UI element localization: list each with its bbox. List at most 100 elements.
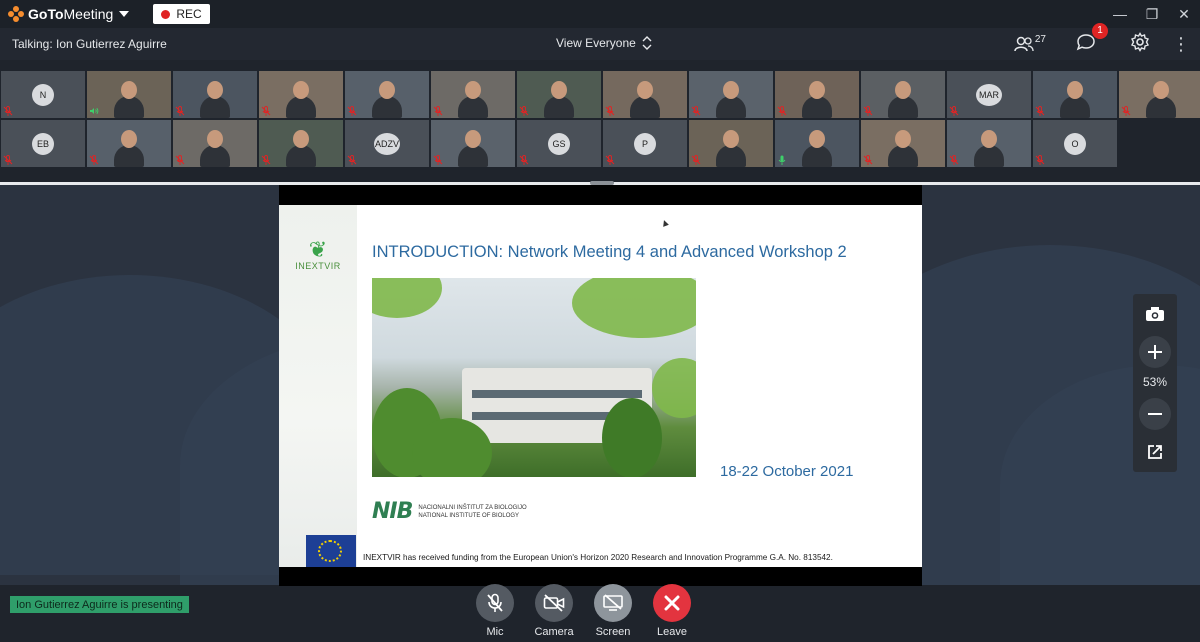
popout-icon — [1148, 445, 1162, 459]
participant-initials: N — [32, 83, 54, 106]
mic-control[interactable]: Mic — [475, 584, 515, 638]
mic-muted-icon — [89, 155, 99, 165]
participant-tile[interactable] — [173, 71, 257, 118]
participant-tile[interactable] — [517, 71, 601, 118]
participant-video — [809, 81, 825, 99]
leave-control[interactable]: Leave — [652, 584, 692, 638]
participant-tile[interactable] — [689, 71, 773, 118]
x-icon — [664, 595, 680, 611]
leave-button[interactable] — [653, 584, 691, 622]
app-name: GoToMeeting — [28, 6, 114, 22]
participant-video-body — [200, 96, 230, 118]
zoom-percent: 53% — [1142, 375, 1168, 389]
screen-control[interactable]: Screen — [593, 584, 633, 638]
screen-button[interactable] — [594, 584, 632, 622]
chat-button[interactable]: 1 — [1076, 22, 1108, 56]
rec-label: REC — [176, 7, 202, 21]
participants-button[interactable]: 27 — [1014, 34, 1046, 52]
nib-name-sl: NACIONALNI INŠTITUT ZA BIOLOGIJO — [418, 504, 527, 511]
participant-video — [723, 81, 739, 99]
participant-video-body — [888, 96, 918, 118]
screenshot-button[interactable] — [1139, 298, 1171, 330]
participant-tile[interactable] — [775, 71, 859, 118]
participant-tile[interactable] — [431, 71, 515, 118]
more-options-icon[interactable]: ⋮ — [1172, 34, 1190, 55]
mic-muted-icon — [175, 106, 185, 116]
participant-tile[interactable] — [259, 120, 343, 167]
participant-tile[interactable] — [1033, 71, 1117, 118]
view-selector[interactable]: View Everyone — [556, 36, 652, 50]
participant-tile[interactable]: EB — [1, 120, 85, 167]
participant-tile[interactable] — [861, 71, 945, 118]
mic-muted-icon — [949, 106, 959, 116]
mic-on-icon — [778, 155, 786, 165]
participant-initials: O — [1064, 132, 1086, 155]
popout-button[interactable] — [1139, 436, 1171, 468]
participant-tile[interactable]: N — [1, 71, 85, 118]
participant-tile[interactable] — [1119, 71, 1200, 118]
recording-indicator[interactable]: REC — [153, 4, 210, 24]
camera-control[interactable]: Camera — [534, 584, 574, 638]
inextvir-logo: ❦ INEXTVIR — [293, 239, 343, 272]
participant-tile[interactable]: O — [1033, 120, 1117, 167]
participant-initials: GS — [548, 132, 570, 155]
participant-tile[interactable]: MAR — [947, 71, 1031, 118]
participant-video-body — [286, 145, 316, 167]
participant-tile[interactable] — [87, 120, 171, 167]
funding-statement: INEXTVIR has received funding from the E… — [363, 553, 833, 562]
mic-muted-icon — [433, 155, 443, 165]
participant-video — [637, 81, 653, 99]
participant-tile[interactable] — [689, 120, 773, 167]
participant-tile[interactable]: GS — [517, 120, 601, 167]
slide-sidebar: ❦ INEXTVIR — [279, 205, 357, 567]
participant-tile[interactable] — [861, 120, 945, 167]
mic-muted-icon — [863, 106, 873, 116]
mic-muted-icon — [1121, 106, 1131, 116]
participant-video-body — [802, 145, 832, 167]
participant-tile[interactable] — [775, 120, 859, 167]
mic-muted-icon — [519, 106, 529, 116]
camera-button[interactable] — [535, 584, 573, 622]
participant-video — [723, 130, 739, 148]
restore-icon[interactable]: ❐ — [1136, 0, 1168, 28]
app-menu-caret-icon[interactable] — [119, 11, 130, 17]
camera-icon — [1146, 307, 1164, 321]
talking-indicator: Talking: Ion Gutierrez Aguirre — [12, 37, 167, 51]
minimize-icon[interactable]: — — [1104, 0, 1136, 28]
gear-icon — [1131, 31, 1149, 52]
participant-video-body — [286, 96, 316, 118]
mic-muted-icon — [1035, 106, 1045, 116]
participant-video-body — [630, 96, 660, 118]
slide-title: INTRODUCTION: Network Meeting 4 and Adva… — [372, 243, 847, 261]
participant-tile[interactable] — [431, 120, 515, 167]
zoom-out-button[interactable] — [1139, 398, 1171, 430]
participant-tile[interactable] — [947, 120, 1031, 167]
zoom-in-button[interactable] — [1139, 336, 1171, 368]
presentation-slide: ❦ INEXTVIR INTRODUCTION: Network Meeting… — [279, 205, 922, 567]
participant-tile[interactable] — [259, 71, 343, 118]
settings-button[interactable] — [1130, 31, 1150, 57]
window-controls: — ❐ ✕ — [1104, 0, 1200, 28]
participant-tile[interactable] — [603, 71, 687, 118]
mouse-cursor-icon — [661, 219, 669, 227]
participant-video — [121, 81, 137, 99]
participant-video — [207, 130, 223, 148]
participants-count: 27 — [1034, 34, 1046, 45]
app-logo[interactable]: GoToMeeting — [8, 6, 130, 22]
mic-button[interactable] — [476, 584, 514, 622]
mic-muted-icon — [777, 106, 787, 116]
participant-video-body — [114, 145, 144, 167]
close-window-icon[interactable]: ✕ — [1168, 0, 1200, 28]
participant-tile[interactable]: P — [603, 120, 687, 167]
screen-share-off-icon — [603, 594, 623, 611]
participant-tile[interactable]: ADZV — [345, 120, 429, 167]
chat-badge: 1 — [1092, 22, 1108, 39]
mic-muted-icon — [691, 155, 701, 165]
participant-tile[interactable] — [173, 120, 257, 167]
participant-video-body — [974, 145, 1004, 167]
participant-tile[interactable] — [345, 71, 429, 118]
presenting-status: Ion Gutierrez Aguirre is presenting — [10, 596, 189, 613]
participant-video — [465, 81, 481, 99]
participant-tile[interactable] — [87, 71, 171, 118]
participant-video — [1153, 81, 1169, 99]
